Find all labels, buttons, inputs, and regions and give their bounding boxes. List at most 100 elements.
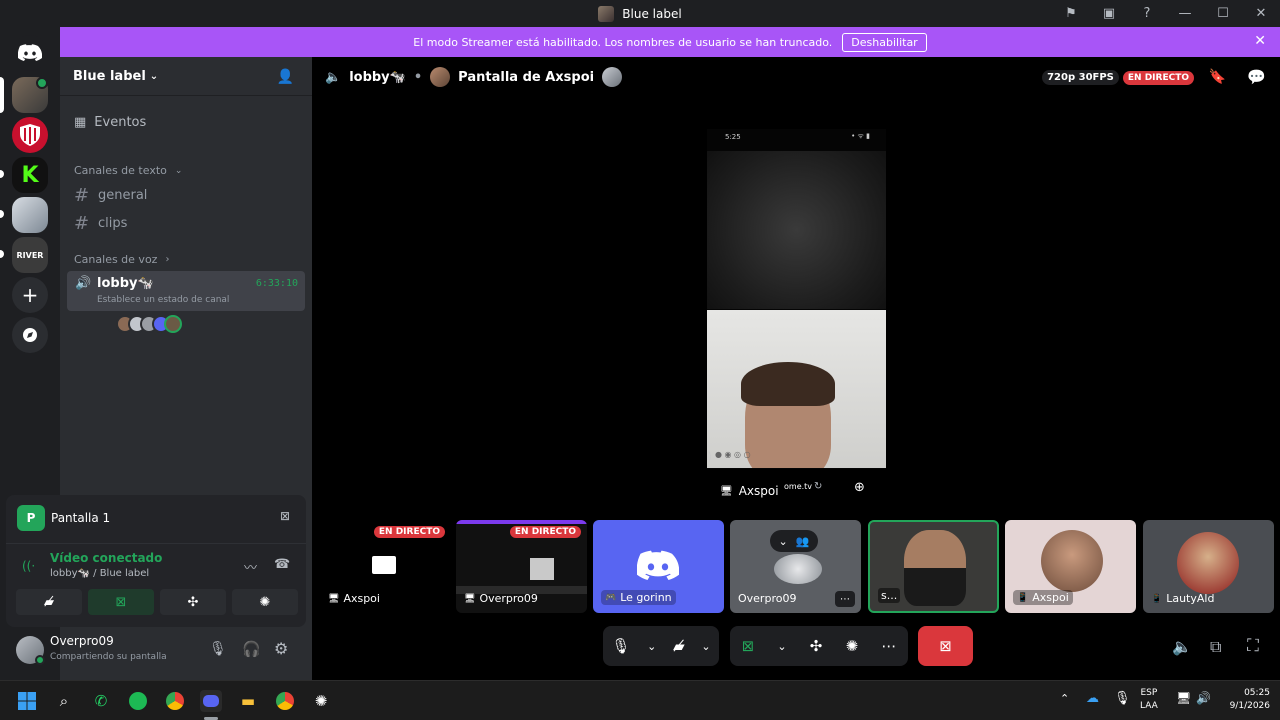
chevron-down-icon[interactable]: ⌄ <box>779 535 788 548</box>
end-call-button[interactable]: ⊠ <box>918 626 973 666</box>
chrome-profile-icon[interactable] <box>274 690 296 712</box>
channel-general[interactable]: # general <box>74 185 147 206</box>
window-title: Blue label <box>598 5 682 22</box>
screen-app-icon: P <box>17 505 45 531</box>
server-river-icon[interactable]: RIVER <box>12 237 48 273</box>
chatgpt-icon[interactable]: ✺ <box>310 690 332 712</box>
chevron-down-icon[interactable]: ⌄ <box>701 640 710 653</box>
search-icon[interactable]: ⌕ <box>53 690 75 712</box>
stop-share-icon[interactable]: ⊠ <box>280 509 290 523</box>
close-icon[interactable]: ✕ <box>1254 33 1266 49</box>
channel-clips[interactable]: # clips <box>74 213 127 234</box>
streamer-mode-banner: El modo Streamer está habilitado. Los no… <box>60 27 1280 57</box>
user-name[interactable]: Overpro09 <box>50 634 114 648</box>
signal-icon[interactable]: ((· <box>22 559 35 573</box>
volume-icon[interactable]: 🔈 <box>1172 637 1192 656</box>
participant-tile[interactable]: EN DIRECTO 🖥 Overpro09 <box>456 520 587 613</box>
discord-home-icon[interactable] <box>12 35 48 71</box>
headphones-icon[interactable]: 🎧 <box>242 640 261 658</box>
participant-tile[interactable]: EN DIRECTO 🖥 Axspoi <box>320 520 451 613</box>
leave-call-icon: ⊠ <box>939 637 952 655</box>
soundboard-icon[interactable]: ✺ <box>846 637 859 655</box>
participant-tile[interactable]: 🎮 Le gorinn <box>593 520 724 613</box>
server-header[interactable]: Blue label ⌄ <box>73 69 158 84</box>
more-icon[interactable]: ⋯ <box>881 637 896 655</box>
chat-icon[interactable]: 💬 <box>1247 68 1266 86</box>
text-category[interactable]: Canales de texto ⌄ <box>74 164 182 177</box>
clock[interactable]: 05:25 9/1/2026 <box>1216 687 1270 713</box>
screen-share-button[interactable]: ⊠ <box>88 589 154 615</box>
microphone-icon[interactable]: 🎙 <box>1114 691 1131 706</box>
disable-streamer-button[interactable]: Deshabilitar <box>842 32 927 52</box>
voice-connected-title[interactable]: Vídeo conectado <box>50 551 162 565</box>
microphone-icon[interactable]: 🎙 <box>611 637 630 655</box>
voice-channel-lobby[interactable]: 🔊 lobby🐄 6:33:10 Establece un estado de … <box>67 271 305 311</box>
spotify-icon[interactable] <box>127 690 149 712</box>
events-item[interactable]: ▦ Eventos <box>74 115 146 130</box>
activities-button[interactable]: ✣ <box>160 589 226 615</box>
divider <box>60 95 312 96</box>
phone-status-time: 5:25 <box>725 133 741 141</box>
camera-off-icon[interactable]: ▰̸ <box>673 637 685 655</box>
chevron-up-icon[interactable]: ⌃ <box>1060 692 1069 705</box>
file-explorer-icon[interactable]: ▬ <box>237 690 259 712</box>
discover-icon[interactable] <box>12 317 48 353</box>
server-kick-icon[interactable]: K <box>12 157 48 193</box>
volume-icon[interactable]: 🔊 <box>1196 691 1211 705</box>
tile-label: 📱 LautyAld <box>1151 592 1214 605</box>
stream-video[interactable]: 5:25 • ᯤ ▮ ● ◉ ◎ ○ <box>707 129 886 469</box>
chrome-icon[interactable] <box>164 690 186 712</box>
participant-tile[interactable]: 📱 Axspoi <box>1005 520 1136 613</box>
maximize-button[interactable]: ☐ <box>1204 6 1242 21</box>
voice-category[interactable]: Canales de voz › <box>74 253 169 266</box>
server-shield-icon[interactable] <box>12 117 48 153</box>
discord-taskbar-icon[interactable] <box>200 690 222 712</box>
invite-icon[interactable]: 👤 <box>277 69 294 85</box>
windows-start-icon[interactable] <box>16 690 38 712</box>
help-icon[interactable]: ? <box>1128 6 1166 21</box>
participant-tile[interactable]: ⌄ 👥 Overpro09 ⋯ <box>730 520 861 613</box>
network-icon[interactable]: 🖥 <box>1176 691 1191 705</box>
chevron-down-icon[interactable]: ⌄ <box>647 640 656 653</box>
person-hair <box>741 362 835 406</box>
voice-category-label: Canales de voz <box>74 253 158 266</box>
header-channel[interactable]: lobby🐄 <box>349 70 406 85</box>
participant-tile[interactable]: 📱 LautyAld <box>1143 520 1274 613</box>
onedrive-icon[interactable]: ☁ <box>1086 691 1099 706</box>
add-server-icon[interactable]: + <box>12 277 48 313</box>
disconnect-icon[interactable]: ☎ <box>274 557 290 572</box>
tile-hover-controls[interactable]: ⌄ 👥 <box>770 530 818 552</box>
language-indicator[interactable]: ESP LAA <box>1140 687 1158 713</box>
chevron-right-icon[interactable]: ⟩ <box>708 450 712 463</box>
fullscreen-icon[interactable]: ⛶ <box>1247 636 1259 656</box>
microphone-icon[interactable]: 🎙 <box>209 641 227 657</box>
server-avatar-icon[interactable] <box>12 197 48 233</box>
zoom-icon[interactable]: ⊕ <box>854 480 865 495</box>
avatar[interactable] <box>164 315 182 333</box>
close-window-button[interactable]: ✕ <box>1242 6 1280 21</box>
tile-label: 🎮 Le gorinn <box>601 590 676 605</box>
av-controls: 🎙 ⌄ ▰̸ ⌄ <box>603 626 719 666</box>
phone-status-icons: • ᯤ ▮ <box>851 132 870 140</box>
selected-server-pill <box>0 77 4 113</box>
minimize-button[interactable]: — <box>1166 6 1204 21</box>
flag-icon[interactable]: ⚑ <box>1052 6 1090 21</box>
soundboard-button[interactable]: ✺ <box>232 589 298 615</box>
whatsapp-icon[interactable]: ✆ <box>90 690 112 712</box>
separator: • <box>413 69 423 85</box>
popout-icon[interactable]: ⧉ <box>1210 637 1221 657</box>
chevron-down-icon[interactable]: ⌄ <box>777 640 786 653</box>
voice-members[interactable] <box>116 315 182 333</box>
people-icon[interactable]: 👥 <box>796 535 810 548</box>
more-options-icon[interactable]: ⋯ <box>835 591 855 607</box>
bookmark-icon[interactable]: 🔖 <box>1209 69 1226 85</box>
channel-status[interactable]: Establece un estado de canal <box>97 295 229 305</box>
activities-icon[interactable]: ✣ <box>810 637 823 655</box>
call-view: 🔈 lobby🐄 • Pantalla de Axspoi 720p 30FPS… <box>312 57 1280 680</box>
participant-tile[interactable]: s... <box>868 520 999 613</box>
gear-icon[interactable]: ⚙ <box>274 639 288 658</box>
screen-share-icon[interactable]: ⊠ <box>742 637 755 655</box>
camera-off-button[interactable]: ▰̸ <box>16 589 82 615</box>
noise-suppression-icon[interactable]: 〰 <box>244 557 257 576</box>
inbox-icon[interactable]: ▣ <box>1090 6 1128 21</box>
